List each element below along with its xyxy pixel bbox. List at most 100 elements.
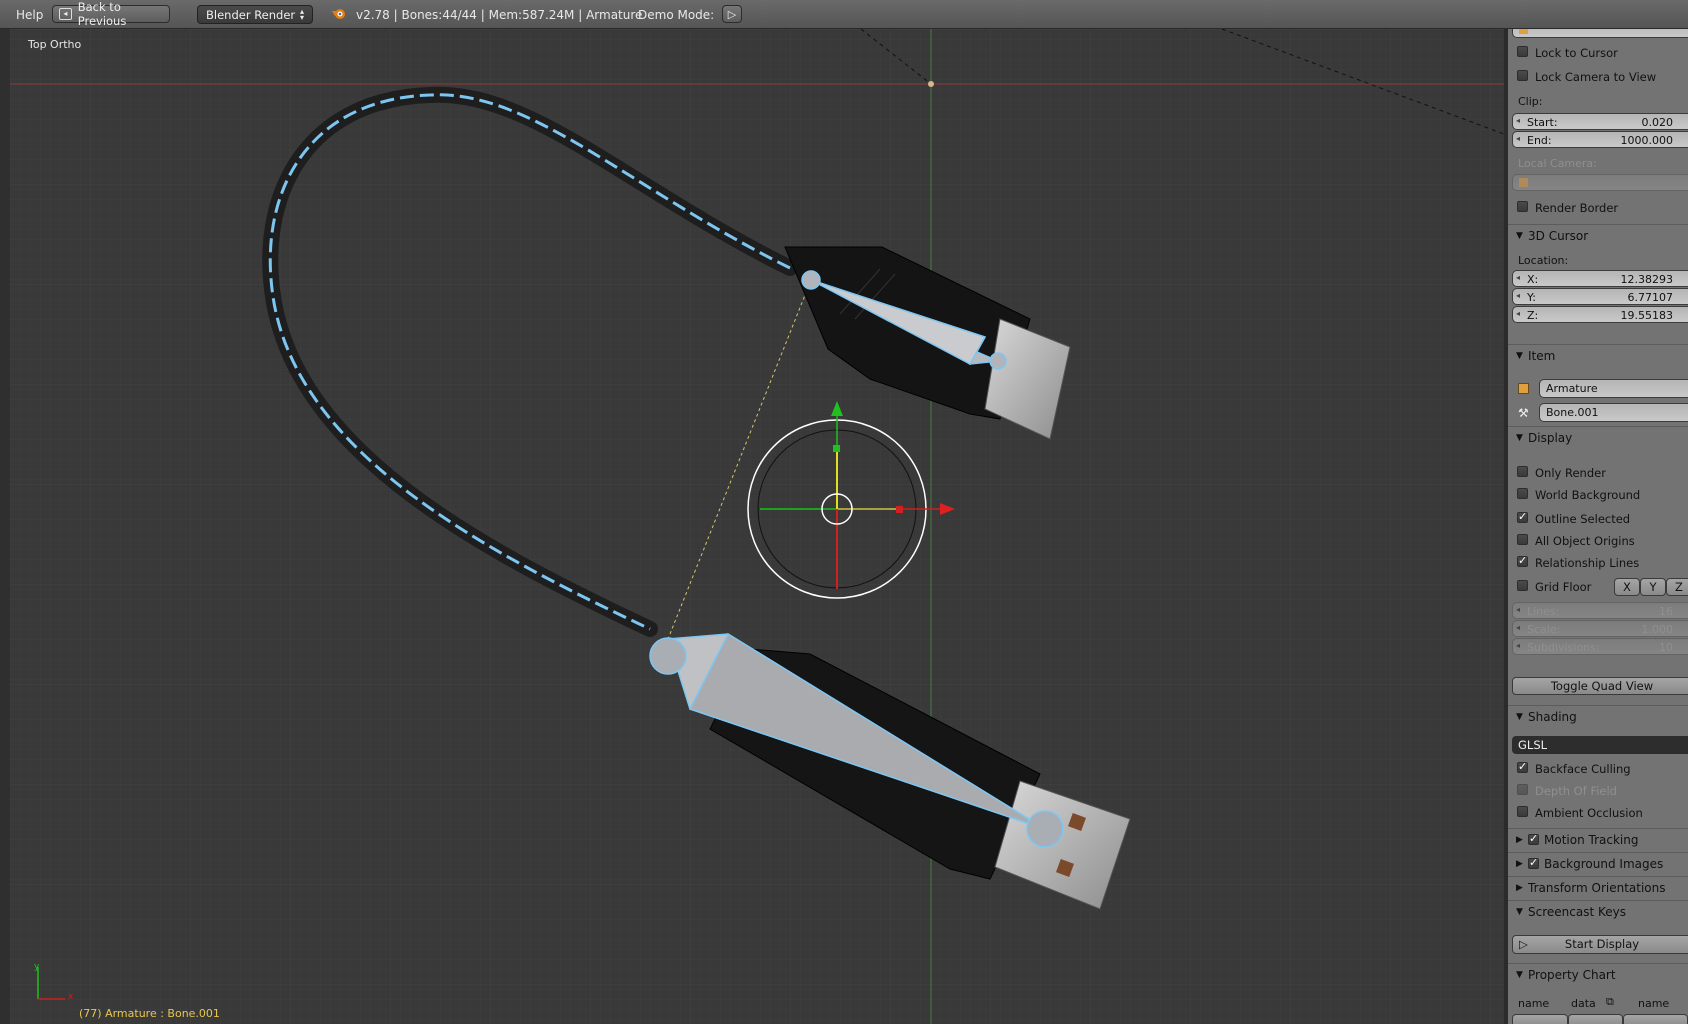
shading-mode-dropdown[interactable]: GLSL <box>1512 736 1688 754</box>
expand-triangle-icon: ▶ <box>1516 883 1523 893</box>
back-to-previous-button[interactable]: ◂ Back to Previous <box>52 0 170 28</box>
help-menu[interactable]: Help <box>16 8 43 22</box>
clip-end-field[interactable]: ◂ End: 1000.000 <box>1512 131 1688 148</box>
grid-lines-label: Lines: <box>1527 605 1560 618</box>
3d-viewport[interactable]: Top Ortho y x (77) Armature : Bone.001 <box>10 29 1504 1024</box>
cursor-y-value: 6.77107 <box>1627 291 1674 304</box>
grid-subdivisions-field[interactable]: ◂ Subdivisions: 10 <box>1512 638 1688 655</box>
property-chart-name2-label: name <box>1638 997 1670 1010</box>
collapse-triangle-icon: ▼ <box>1516 907 1523 917</box>
collapse-triangle-icon: ▼ <box>1516 970 1523 980</box>
object-status-text: (77) Armature : Bone.001 <box>79 1007 220 1020</box>
grid-floor-label: Grid Floor <box>1535 580 1592 594</box>
copy-icon: ⧉ <box>1606 995 1614 1008</box>
start-display-label: Start Display <box>1564 937 1640 951</box>
display-title: Display <box>1528 431 1573 445</box>
display-panel-header[interactable]: ▼ Display <box>1508 426 1688 449</box>
backface-culling-checkbox[interactable] <box>1517 760 1528 773</box>
3d-cursor-panel-header[interactable]: ▼ 3D Cursor <box>1508 224 1688 247</box>
viewport-canvas[interactable] <box>10 29 1504 1024</box>
clip-label: Clip: <box>1518 95 1543 108</box>
demo-play-button[interactable]: ▷ <box>722 5 742 23</box>
world-background-label: World Background <box>1535 488 1641 502</box>
item-panel-header[interactable]: ▼ Item <box>1508 344 1688 367</box>
cube-icon <box>1519 29 1528 34</box>
bone-icon: ⚒ <box>1518 406 1529 420</box>
only-render-checkbox[interactable] <box>1517 466 1528 477</box>
screencast-keys-title: Screencast Keys <box>1528 905 1626 919</box>
grid-lines-field[interactable]: ◂ Lines: 16 <box>1512 602 1688 619</box>
all-object-origins-checkbox[interactable] <box>1517 534 1528 545</box>
grid-subdivisions-label: Subdivisions: <box>1527 641 1600 654</box>
lock-camera-label: Lock Camera to View <box>1535 70 1657 84</box>
property-chart-field-1[interactable] <box>1512 1014 1568 1024</box>
grid-axis-x-toggle[interactable]: X <box>1614 578 1640 596</box>
object-name-value: Armature <box>1546 382 1598 395</box>
3d-cursor-title: 3D Cursor <box>1528 229 1589 243</box>
motion-tracking-panel-header[interactable]: ▶ Motion Tracking <box>1508 828 1688 851</box>
outline-selected-checkbox[interactable] <box>1517 510 1528 523</box>
backface-culling-label: Backface Culling <box>1535 762 1631 776</box>
ambient-occlusion-label: Ambient Occlusion <box>1535 806 1643 820</box>
view-name-label: Top Ortho <box>28 38 82 51</box>
clip-start-label: Start: <box>1527 116 1558 129</box>
decrement-icon: ◂ <box>1516 309 1521 318</box>
property-chart-panel-header[interactable]: ▼ Property Chart <box>1508 963 1688 986</box>
all-object-origins-label: All Object Origins <box>1535 534 1635 548</box>
cursor-x-label: X: <box>1527 273 1539 286</box>
property-chart-field-3[interactable] <box>1623 1014 1688 1024</box>
screencast-keys-panel-header[interactable]: ▼ Screencast Keys <box>1508 900 1688 923</box>
property-chart-title: Property Chart <box>1528 968 1616 982</box>
properties-shelf: Lock to Cursor Lock Camera to View Clip:… <box>1508 29 1688 1024</box>
decrement-icon: ◂ <box>1516 641 1521 650</box>
local-camera-label: Local Camera: <box>1518 157 1597 170</box>
ambient-occlusion-checkbox[interactable] <box>1517 806 1528 817</box>
local-camera-field[interactable] <box>1512 174 1688 191</box>
background-images-checkbox[interactable] <box>1528 856 1539 869</box>
render-engine-dropdown[interactable]: Blender Render ▴ ▾ <box>197 5 313 24</box>
property-chart-data-label: data <box>1571 997 1596 1010</box>
background-images-panel-header[interactable]: ▶ Background Images <box>1508 852 1688 875</box>
depth-of-field-checkbox[interactable] <box>1517 784 1528 795</box>
info-header: Help ◂ Back to Previous Blender Render ▴… <box>0 0 1688 29</box>
start-display-button[interactable]: ▷ Start Display <box>1512 935 1688 954</box>
grid-axis-z-toggle[interactable]: Z <box>1666 578 1688 596</box>
motion-tracking-checkbox[interactable] <box>1528 832 1539 845</box>
decrement-icon: ◂ <box>1516 273 1521 282</box>
cursor-z-field[interactable]: ◂ Z: 19.55183 <box>1512 306 1688 323</box>
bone-name-value: Bone.001 <box>1546 406 1599 419</box>
bone-name-field[interactable]: Bone.001 <box>1539 403 1688 422</box>
property-chart-field-2[interactable] <box>1568 1014 1623 1024</box>
shading-panel-header[interactable]: ▼ Shading <box>1508 705 1688 728</box>
grid-scale-field[interactable]: ◂ Scale: 1.000 <box>1512 620 1688 637</box>
item-title: Item <box>1528 349 1556 363</box>
relationship-lines-checkbox[interactable] <box>1517 554 1528 567</box>
lock-camera-checkbox[interactable] <box>1517 70 1528 81</box>
decrement-icon: ◂ <box>1516 291 1521 300</box>
world-background-checkbox[interactable] <box>1517 488 1528 499</box>
cursor-x-field[interactable]: ◂ X: 12.38293 <box>1512 270 1688 287</box>
decrement-icon: ◂ <box>1516 623 1521 632</box>
grid-lines-value: 16 <box>1659 605 1673 618</box>
lock-object-field[interactable] <box>1512 29 1688 38</box>
cursor-y-field[interactable]: ◂ Y: 6.77107 <box>1512 288 1688 305</box>
lock-to-cursor-checkbox[interactable] <box>1517 46 1528 57</box>
toggle-quad-view-button[interactable]: Toggle Quad View <box>1512 677 1688 695</box>
collapse-triangle-icon: ▼ <box>1516 433 1523 443</box>
relationship-lines-label: Relationship Lines <box>1535 556 1640 570</box>
grid-axis-y-toggle[interactable]: Y <box>1640 578 1666 596</box>
grid-floor-checkbox[interactable] <box>1517 580 1528 591</box>
decrement-icon: ◂ <box>1516 605 1521 614</box>
decrement-icon: ◂ <box>1516 116 1521 125</box>
transform-orientations-panel-header[interactable]: ▶ Transform Orientations <box>1508 876 1688 899</box>
expand-triangle-icon: ▶ <box>1516 859 1523 869</box>
decrement-icon: ◂ <box>1516 134 1521 143</box>
object-name-field[interactable]: Armature <box>1539 379 1688 398</box>
render-border-checkbox[interactable] <box>1517 201 1528 212</box>
lock-to-cursor-label: Lock to Cursor <box>1535 46 1618 60</box>
clip-start-field[interactable]: ◂ Start: 0.020 <box>1512 113 1688 130</box>
demo-mode-label: Demo Mode: <box>638 8 715 22</box>
status-info: v2.78 | Bones:44/44 | Mem:587.24M | Arma… <box>356 8 643 22</box>
cursor-z-value: 19.55183 <box>1620 309 1674 322</box>
motion-tracking-title: Motion Tracking <box>1544 833 1639 847</box>
